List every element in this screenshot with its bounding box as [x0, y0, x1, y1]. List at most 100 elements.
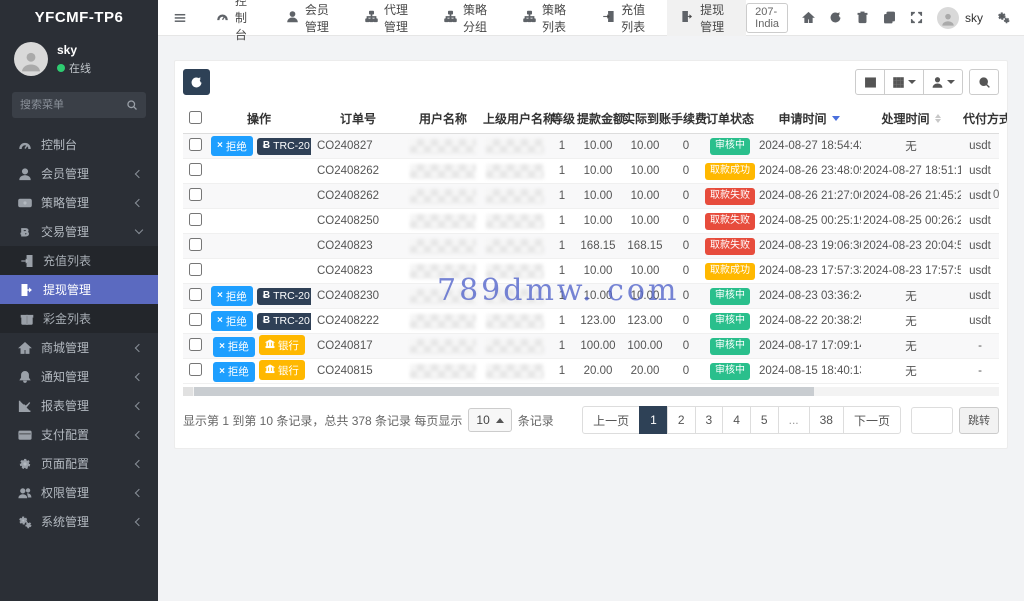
chevron-down-icon	[134, 225, 144, 235]
horizontal-scrollbar[interactable]	[183, 387, 999, 396]
sort-desc-icon[interactable]	[831, 116, 840, 121]
next-page-button[interactable]: 下一页	[842, 406, 901, 434]
record-info: 显示第 1 到第 10 条记录，总共 378 条记录 每页显示 10 条记录	[183, 408, 554, 432]
scrollbar-thumb[interactable]	[194, 387, 815, 396]
sidebar-item-notice[interactable]: 通知管理	[0, 362, 158, 391]
expand-icon[interactable]	[910, 11, 923, 24]
tab-策略列表[interactable]: 策略列表	[509, 0, 588, 36]
row-checkbox[interactable]	[188, 238, 202, 251]
reject-button[interactable]: × 拒绝	[211, 136, 253, 156]
sidebar-item-system[interactable]: 系统管理	[0, 507, 158, 536]
sort-icon[interactable]	[934, 114, 941, 123]
parent-user-cell	[481, 208, 549, 234]
column-header-申请时间[interactable]: 申请时间	[757, 104, 861, 134]
trc-button[interactable]: Ƀ TRC-20	[256, 312, 311, 330]
page-button-4[interactable]: 4	[722, 406, 751, 434]
order-no-cell: CO240817	[311, 333, 405, 359]
sidebar-item-withdraw[interactable]: 提现管理	[0, 275, 158, 304]
row-checkbox[interactable]	[188, 138, 202, 151]
jump-page-input[interactable]	[911, 406, 953, 434]
reject-button[interactable]: × 拒绝	[213, 361, 255, 382]
amount-cell: 10.00	[575, 158, 621, 184]
tab-代理管理[interactable]: 代理管理	[351, 0, 430, 36]
page-button-2[interactable]: 2	[666, 406, 696, 434]
sidebar-item-report[interactable]: 报表管理	[0, 391, 158, 420]
scrollbar-left-button[interactable]	[183, 387, 193, 396]
page-button-1[interactable]: 1	[639, 406, 668, 434]
sidebar-item-mall[interactable]: 商城管理	[0, 333, 158, 362]
tab-会员管理[interactable]: 会员管理	[272, 0, 351, 36]
trash-icon[interactable]	[856, 11, 869, 24]
actual-cell: 10.00	[621, 258, 669, 284]
tab-label: 策略分组	[463, 2, 488, 34]
sidebar-item-auth[interactable]: 权限管理	[0, 478, 158, 507]
status-cell: 审核中	[703, 358, 757, 384]
refresh-icon[interactable]	[829, 11, 842, 24]
card-view-button[interactable]	[855, 69, 885, 95]
topbar-user[interactable]: sky	[937, 6, 983, 29]
row-checkbox[interactable]	[188, 313, 202, 326]
tab-提现管理[interactable]: 提现管理	[667, 0, 747, 36]
bank-icon	[264, 339, 276, 352]
sidebar-search[interactable]	[12, 92, 146, 118]
row-checkbox[interactable]	[188, 338, 202, 351]
export-button[interactable]	[923, 69, 963, 95]
page-button-5[interactable]: 5	[749, 406, 779, 434]
status-badge: 取款失败	[705, 237, 755, 255]
page-size-select[interactable]: 10	[468, 408, 512, 432]
tab-策略分组[interactable]: 策略分组	[430, 0, 509, 36]
sidebar-item-recharge[interactable]: 充值列表	[0, 246, 158, 275]
row-checkbox[interactable]	[188, 163, 202, 176]
row-checkbox-cell	[183, 358, 207, 384]
column-header-label: 操作	[246, 112, 271, 126]
reject-button[interactable]: × 拒绝	[211, 286, 253, 306]
sidebar-item-member[interactable]: 会员管理	[0, 159, 158, 188]
select-all-checkbox-input[interactable]	[188, 110, 202, 124]
sidebar-search-input[interactable]	[20, 99, 126, 111]
search-icon	[127, 100, 137, 110]
sidebar-item-page[interactable]: 页面配置	[0, 449, 158, 478]
page-ellipsis: ...	[777, 406, 810, 434]
sidebar-item-label: 商城管理	[41, 341, 90, 355]
prev-page-button[interactable]: 上一页	[582, 406, 641, 434]
trc-button[interactable]: Ƀ TRC-20	[256, 287, 311, 305]
copy-icon[interactable]	[883, 11, 896, 24]
bank-button[interactable]: 银行	[258, 335, 305, 356]
table-footer: 显示第 1 到第 10 条记录，总共 378 条记录 每页显示 10 条记录 上…	[183, 406, 999, 434]
row-checkbox[interactable]	[188, 213, 202, 226]
page-button-38[interactable]: 38	[808, 406, 844, 434]
sidebar-item-pay[interactable]: 支付配置	[0, 420, 158, 449]
topbar-tabs: 控制台 会员管理 代理管理 策略分组 策略列表 充值列表 提现管理	[202, 0, 747, 42]
menu-toggle-icon[interactable]	[158, 11, 202, 25]
status-badge: 取款失败	[705, 187, 755, 205]
page-button-3[interactable]: 3	[694, 406, 724, 434]
settings-gear-icon[interactable]	[997, 11, 1010, 24]
refresh-button[interactable]	[183, 69, 210, 95]
row-checkbox[interactable]	[188, 288, 202, 301]
sidebar-user-block[interactable]: sky 在线	[0, 34, 158, 86]
tab-控制台[interactable]: 控制台	[202, 0, 272, 42]
process-time-cell: 无	[861, 133, 961, 159]
row-checkbox[interactable]	[188, 363, 202, 376]
home-icon[interactable]	[802, 11, 815, 24]
chevron-left-icon	[134, 488, 144, 497]
column-header-处理时间[interactable]: 处理时间	[861, 104, 961, 134]
sidebar-item-trade[interactable]: Ƀ 交易管理	[0, 217, 158, 246]
tab-充值列表[interactable]: 充值列表	[588, 0, 667, 36]
sidebar-item-console[interactable]: 控制台	[0, 130, 158, 159]
trc-button[interactable]: Ƀ TRC-20	[256, 137, 311, 155]
reject-button[interactable]: × 拒绝	[213, 336, 255, 357]
sidebar-item-bonus[interactable]: 彩金列表	[0, 304, 158, 333]
search-button[interactable]	[969, 69, 999, 95]
columns-button[interactable]	[884, 69, 924, 95]
jump-button[interactable]: 跳转	[959, 406, 999, 434]
blurred-text	[410, 288, 476, 304]
column-header-label: 申请时间	[778, 112, 827, 126]
row-checkbox[interactable]	[188, 188, 202, 201]
sidebar-item-strategy[interactable]: 策略管理	[0, 188, 158, 217]
row-checkbox[interactable]	[188, 263, 202, 276]
fee-cell: 0	[669, 183, 703, 209]
select-all-checkbox[interactable]	[183, 104, 207, 134]
reject-button[interactable]: × 拒绝	[211, 311, 253, 331]
bank-button[interactable]: 银行	[258, 360, 305, 381]
